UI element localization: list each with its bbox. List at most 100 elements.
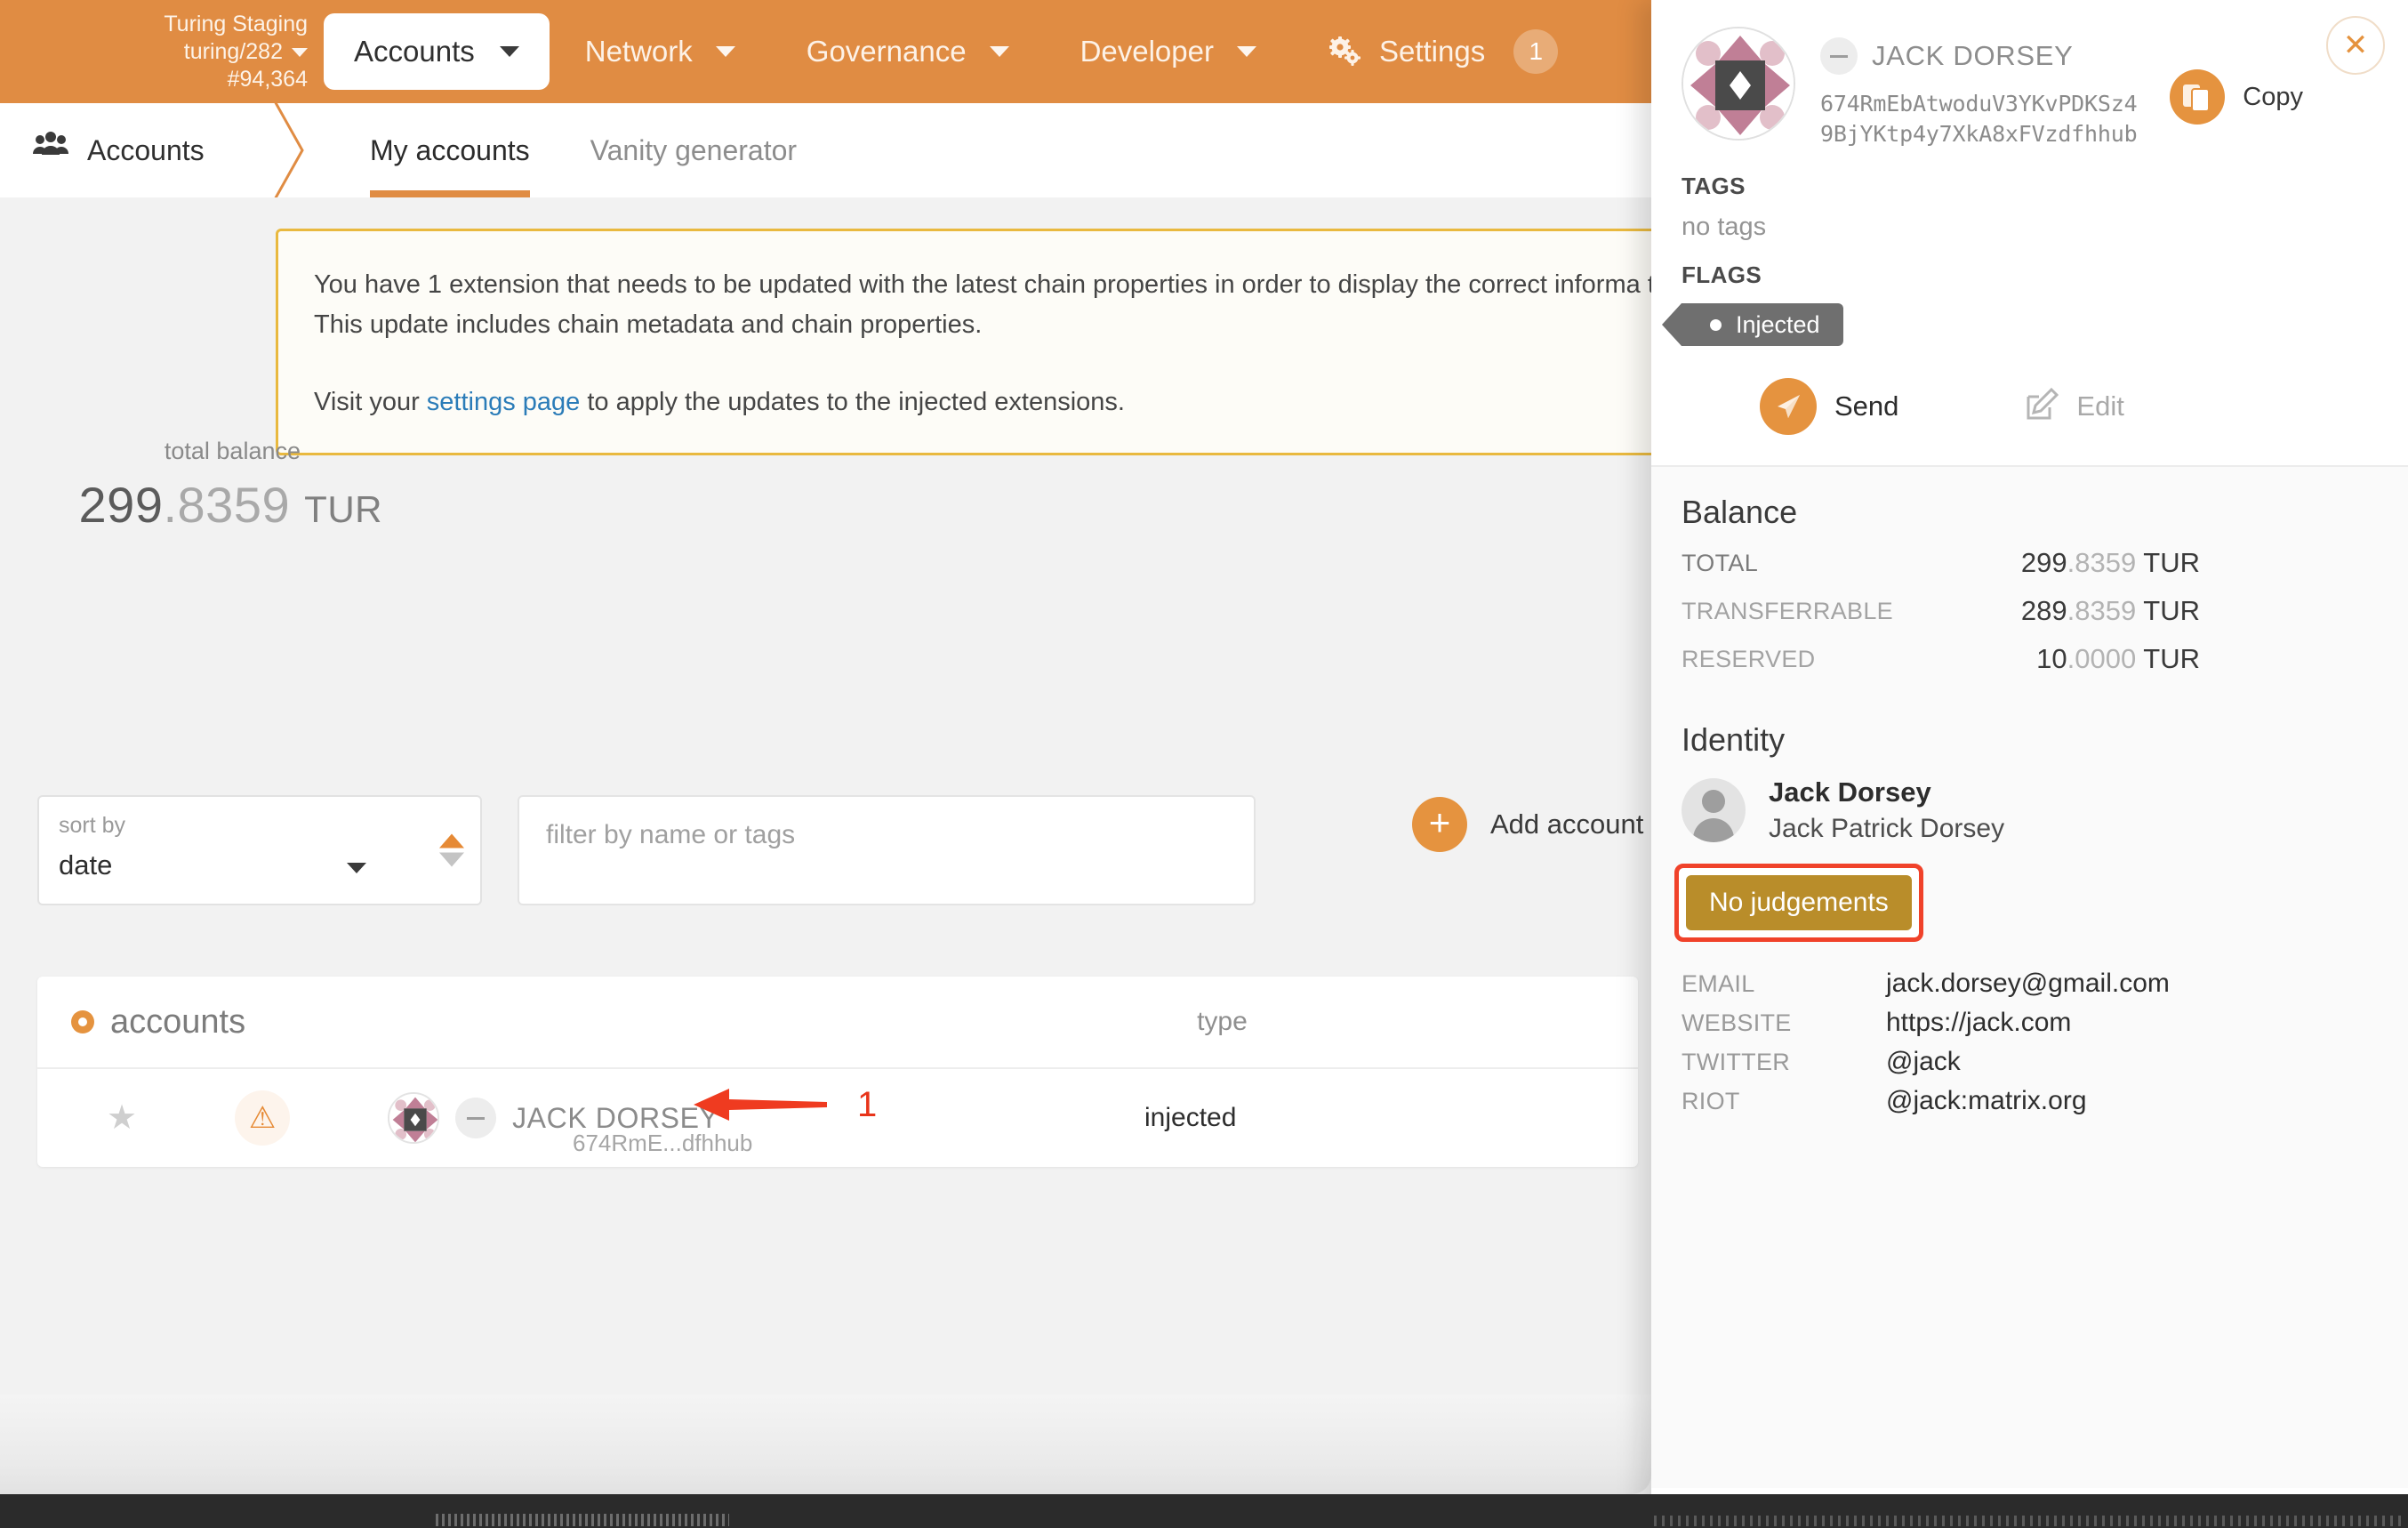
balance-transferrable-key: TRANSFERRABLE: [1682, 597, 1893, 624]
balance-transferrable-int: 289: [2020, 595, 2067, 626]
sort-by-select[interactable]: sort by date: [37, 795, 482, 905]
contact-email-key: EMAIL: [1682, 969, 1755, 997]
balance-transferrable-unit: TUR: [2143, 595, 2200, 626]
close-icon[interactable]: ✕: [2326, 16, 2385, 75]
tab-my-accounts-label: My accounts: [370, 133, 530, 166]
account-type: injected: [1144, 1103, 1237, 1132]
tab-vanity-generator[interactable]: Vanity generator: [560, 103, 827, 197]
flag-injected: Injected: [1662, 303, 1843, 346]
copy-address-button[interactable]: Copy: [2170, 69, 2303, 125]
sort-by-value: date: [59, 849, 113, 881]
identity-section: Identity Jack Dorsey Jack Patrick Dorsey…: [1674, 721, 2378, 1116]
chevron-down-icon[interactable]: [347, 863, 366, 873]
banner-paragraph-1: You have 1 extension that needs to be up…: [314, 265, 1731, 345]
balance-reserved-int: 10: [2036, 643, 2067, 674]
chevron-down-icon[interactable]: [292, 47, 308, 57]
filter-input[interactable]: [546, 820, 1227, 850]
minus-circle-icon: [455, 1098, 497, 1138]
table-row[interactable]: ★ ⚠ JACK DORSEY injected 674RmE...dfhhub: [37, 1069, 1638, 1167]
nav-item-settings[interactable]: Settings 1: [1292, 29, 1593, 74]
banner-line-3-post: to apply the updates to the injected ext…: [580, 388, 1125, 416]
total-balance-unit: TUR: [304, 488, 382, 530]
contact-riot-key: RIOT: [1682, 1087, 1740, 1114]
browser-bottom-chrome: [0, 1494, 2408, 1528]
total-balance-int: 299: [78, 477, 164, 533]
balance-row-transferrable: TRANSFERRABLE 289.8359 TUR: [1682, 595, 2378, 627]
balance-transferrable-frac: .8359: [2067, 595, 2137, 626]
chain-name: Turing Staging: [164, 11, 308, 36]
edit-label: Edit: [2076, 390, 2124, 422]
column-header-accounts: accounts: [37, 1003, 245, 1041]
accounts-table: accounts type ★ ⚠ JACK DORSEY injected 6…: [37, 977, 1638, 1167]
panel-details-body: Balance TOTAL 299.8359 TUR TRANSFERRABLE…: [1651, 465, 2408, 1488]
add-account-button[interactable]: + Add account: [1412, 795, 1643, 854]
balance-title: Balance: [1682, 494, 1798, 530]
edit-button[interactable]: Edit: [2025, 387, 2124, 426]
no-judgements-button[interactable]: No judgements: [1686, 875, 1912, 930]
breadcrumb-separator-icon: [267, 103, 320, 197]
identity-legal-name: Jack Patrick Dorsey: [1769, 814, 2005, 843]
identity-contacts: EMAIL jack.dorsey@gmail.com WEBSITE http…: [1682, 969, 2378, 1116]
balance-total-frac: .8359: [2067, 547, 2137, 578]
nav-governance-label: Governance: [806, 35, 967, 68]
copy-icon: [2170, 69, 2226, 125]
contact-twitter-value: @jack: [1886, 1047, 1961, 1076]
person-avatar-icon: [1682, 778, 1746, 842]
judgement-highlight: No judgements: [1674, 864, 1923, 942]
nav-item-governance[interactable]: Governance: [771, 35, 1045, 68]
chevron-down-icon[interactable]: [1236, 46, 1256, 57]
settings-page-link[interactable]: settings page: [427, 388, 581, 416]
balance-row-total: TOTAL 299.8359 TUR: [1682, 547, 2378, 579]
panel-address-line-1: 674RmEbAtwoduV3YKvPDKSz4: [1820, 91, 2138, 117]
send-label: Send: [1834, 390, 1899, 422]
tags-value: no tags: [1682, 213, 1767, 241]
flags-label: FLAGS: [1682, 261, 1762, 288]
breadcrumb: Accounts: [0, 132, 267, 169]
panel-actions: Send Edit: [1651, 346, 2408, 465]
chevron-down-icon[interactable]: [989, 46, 1009, 57]
tab-my-accounts[interactable]: My accounts: [340, 103, 560, 197]
people-icon: [32, 132, 71, 169]
balance-total-value: 299.8359 TUR: [1948, 547, 2378, 579]
circle-dot-icon: [71, 1010, 94, 1033]
panel-address-line-2: 9BjYKtp4y7XkA8xFVzdfhhub: [1820, 121, 2138, 147]
contact-email-value: jack.dorsey@gmail.com: [1886, 969, 2170, 998]
column-header-accounts-label: accounts: [110, 1002, 246, 1041]
horizontal-scrollbar[interactable]: [436, 1514, 729, 1526]
filter-input-wrapper[interactable]: [518, 795, 1256, 905]
send-button[interactable]: Send: [1760, 378, 1898, 435]
panel-scrollbar[interactable]: [1654, 1516, 2401, 1526]
breadcrumb-label: Accounts: [87, 133, 205, 166]
block-number: #94,364: [227, 66, 308, 92]
flag-injected-label: Injected: [1736, 310, 1820, 338]
balance-total-key: TOTAL: [1682, 549, 1759, 576]
tab-list: My accounts Vanity generator: [340, 103, 827, 197]
balance-total-unit: TUR: [2143, 547, 2200, 578]
nav-item-network[interactable]: Network: [550, 35, 771, 68]
banner-line-1: You have 1 extension that needs to be up…: [314, 270, 1641, 299]
banner-paragraph-2: Visit your settings page to apply the up…: [314, 382, 1731, 422]
app-root: Turing Staging turing/282 #94,364 Accoun…: [0, 0, 2408, 1528]
column-header-type: type: [1197, 1007, 1248, 1036]
nav-settings-label: Settings: [1378, 35, 1486, 68]
plus-icon: +: [1412, 797, 1467, 852]
chevron-down-icon[interactable]: [715, 46, 735, 57]
nav-item-developer[interactable]: Developer: [1045, 35, 1292, 68]
contact-twitter-key: TWITTER: [1682, 1048, 1791, 1075]
total-balance-label: total balance: [164, 438, 301, 464]
tags-section: TAGS no tags: [1651, 173, 2408, 242]
nav-developer-label: Developer: [1080, 35, 1214, 68]
contact-row-twitter: TWITTER @jack: [1682, 1047, 2378, 1077]
identity-title: Identity: [1682, 721, 1786, 758]
total-balance-frac: .8359: [163, 477, 291, 533]
chevron-down-icon[interactable]: [499, 46, 519, 57]
minus-circle-icon: [1820, 37, 1858, 75]
balance-reserved-frac: .0000: [2067, 643, 2137, 674]
gear-icon: [1328, 36, 1363, 67]
star-icon[interactable]: ★: [107, 1101, 137, 1135]
nav-item-accounts[interactable]: Accounts: [324, 13, 550, 90]
chain-info[interactable]: Turing Staging turing/282 #94,364: [0, 11, 320, 93]
sort-updown-icon[interactable]: [439, 833, 464, 867]
panel-header: JACK DORSEY 674RmEbAtwoduV3YKvPDKSz4 9Bj…: [1651, 0, 2408, 173]
warning-triangle-icon[interactable]: ⚠: [235, 1090, 291, 1146]
